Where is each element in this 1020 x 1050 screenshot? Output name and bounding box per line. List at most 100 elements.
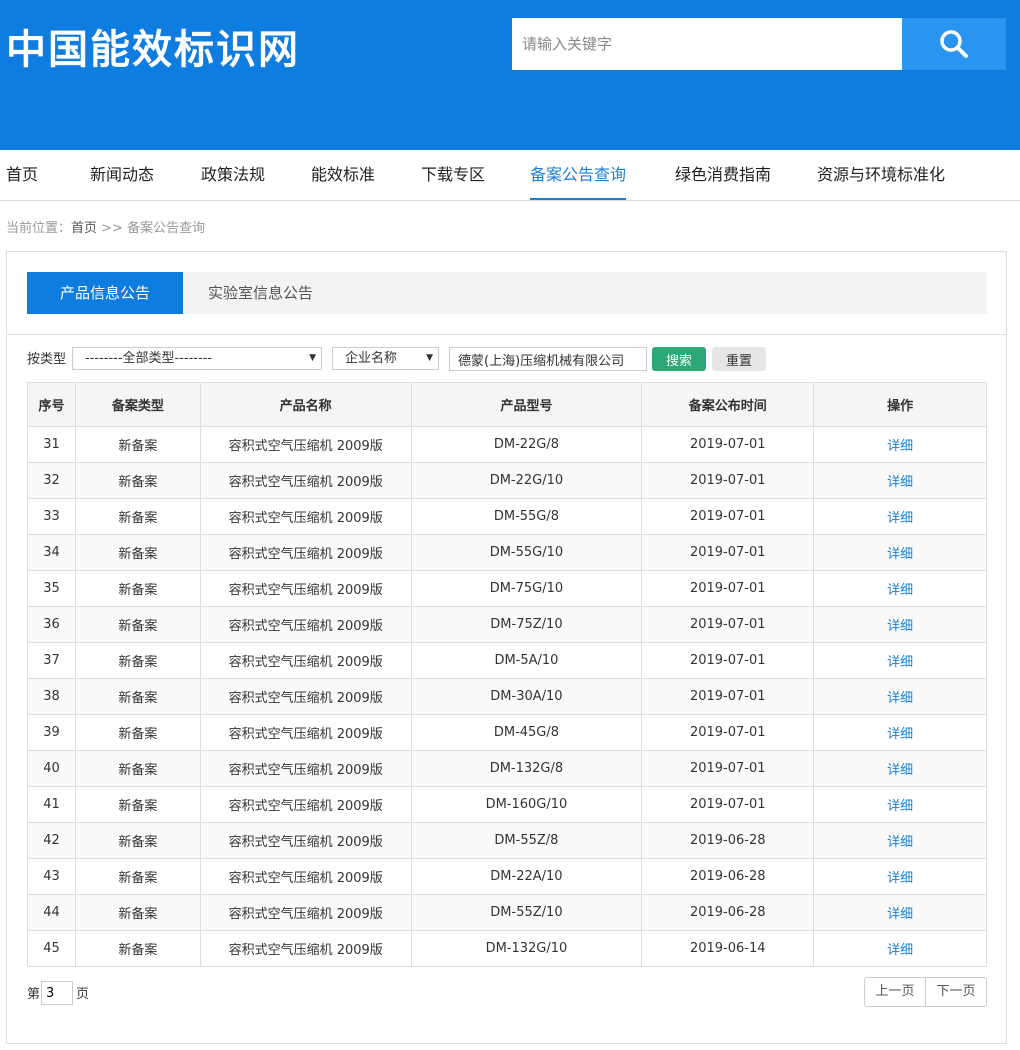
table-row: 37 新备案 容积式空气压缩机 2009版 DM-5A/10 2019-07-01 详细	[27, 642, 987, 679]
content-panel: 产品信息公告 实验室信息公告 按类型 --------全部类型-------- …	[6, 251, 1007, 1044]
cell-model: DM-132G/10	[410, 930, 643, 967]
search-button[interactable]: 搜索	[652, 347, 706, 371]
cell-model: DM-75Z/10	[410, 606, 643, 643]
page-prefix: 第	[27, 987, 41, 1002]
site-search-input[interactable]	[512, 18, 902, 70]
table-row: 38 新备案 容积式空气压缩机 2009版 DM-30A/10 2019-07-01 详细	[27, 678, 987, 715]
cell-product: 容积式空气压缩机 2009版	[199, 678, 412, 715]
cell-index: 33	[27, 498, 76, 535]
cell-index: 32	[27, 462, 76, 499]
type-filter-label: 按类型	[27, 352, 67, 367]
nav-item-home[interactable]: 首页	[6, 150, 38, 200]
next-page-button[interactable]: 下一页	[925, 978, 986, 1006]
cell-product: 容积式空气压缩机 2009版	[199, 750, 412, 787]
detail-link[interactable]: 详细	[813, 642, 987, 679]
nav-item-filing-query[interactable]: 备案公告查询	[530, 150, 627, 200]
cell-date: 2019-07-01	[641, 570, 815, 607]
cell-product: 容积式空气压缩机 2009版	[199, 534, 412, 571]
detail-link[interactable]: 详细	[813, 750, 987, 787]
nav-item-policy[interactable]: 政策法规	[201, 150, 265, 200]
cell-model: DM-55G/8	[410, 498, 643, 535]
detail-link[interactable]: 详细	[813, 498, 987, 535]
cell-index: 41	[27, 786, 76, 823]
type-select-value: --------全部类型--------	[85, 351, 213, 366]
cell-type: 新备案	[74, 426, 201, 463]
page-number-input[interactable]	[41, 981, 73, 1005]
detail-link[interactable]: 详细	[813, 570, 987, 607]
cell-model: DM-30A/10	[410, 678, 643, 715]
cell-product: 容积式空气压缩机 2009版	[199, 786, 412, 823]
cell-model: DM-55Z/8	[410, 822, 643, 859]
cell-date: 2019-06-28	[641, 894, 815, 931]
cell-date: 2019-07-01	[641, 426, 815, 463]
nav-item-green-guide[interactable]: 绿色消费指南	[675, 150, 771, 200]
detail-link[interactable]: 详细	[813, 930, 987, 967]
site-search-button[interactable]	[902, 18, 1006, 70]
column-header: 序号	[27, 382, 76, 427]
detail-link[interactable]: 详细	[813, 606, 987, 643]
cell-model: DM-132G/8	[410, 750, 643, 787]
prev-page-button[interactable]: 上一页	[865, 978, 925, 1006]
reset-button[interactable]: 重置	[712, 347, 766, 371]
detail-link[interactable]: 详细	[813, 534, 987, 571]
cell-type: 新备案	[74, 462, 201, 499]
table-row: 34 新备案 容积式空气压缩机 2009版 DM-55G/10 2019-07-01 详细	[27, 534, 987, 571]
detail-link[interactable]: 详细	[813, 426, 987, 463]
cell-type: 新备案	[74, 534, 201, 571]
cell-product: 容积式空气压缩机 2009版	[199, 426, 412, 463]
column-header: 备案公布时间	[641, 382, 815, 427]
cell-date: 2019-07-01	[641, 786, 815, 823]
cell-type: 新备案	[74, 714, 201, 751]
table-row: 36 新备案 容积式空气压缩机 2009版 DM-75Z/10 2019-07-01 详细	[27, 606, 987, 643]
panel-divider	[7, 334, 1006, 335]
breadcrumb-prefix: 当前位置：	[6, 221, 72, 236]
type-select[interactable]: --------全部类型-------- ▼	[72, 347, 322, 370]
cell-date: 2019-07-01	[641, 606, 815, 643]
detail-link[interactable]: 详细	[813, 462, 987, 499]
cell-model: DM-45G/8	[410, 714, 643, 751]
detail-link[interactable]: 详细	[813, 858, 987, 895]
cell-model: DM-160G/10	[410, 786, 643, 823]
tab-product-info[interactable]: 产品信息公告	[27, 272, 183, 314]
cell-product: 容积式空气压缩机 2009版	[199, 894, 412, 931]
field-select[interactable]: 企业名称 ▼	[332, 347, 439, 370]
breadcrumb-home-link[interactable]: 首页	[71, 221, 97, 236]
breadcrumb-current: 备案公告查询	[127, 221, 206, 236]
nav-item-resource-standards[interactable]: 资源与环境标准化	[817, 150, 945, 200]
page-suffix: 页	[76, 987, 90, 1002]
cell-index: 37	[27, 642, 76, 679]
cell-product: 容积式空气压缩机 2009版	[199, 570, 412, 607]
cell-model: DM-22A/10	[410, 858, 643, 895]
breadcrumb-separator: >>	[97, 221, 128, 236]
cell-date: 2019-07-01	[641, 714, 815, 751]
detail-link[interactable]: 详细	[813, 678, 987, 715]
table-row: 35 新备案 容积式空气压缩机 2009版 DM-75G/10 2019-07-01 详细	[27, 570, 987, 607]
cell-date: 2019-06-28	[641, 858, 815, 895]
cell-type: 新备案	[74, 786, 201, 823]
table-row: 41 新备案 容积式空气压缩机 2009版 DM-160G/10 2019-07-01 详…	[27, 786, 987, 823]
detail-link[interactable]: 详细	[813, 714, 987, 751]
detail-link[interactable]: 详细	[813, 822, 987, 859]
site-logo[interactable]: 中国能效标识网	[6, 24, 300, 76]
keyword-input[interactable]	[449, 347, 647, 371]
cell-type: 新备案	[74, 930, 201, 967]
cell-type: 新备案	[74, 606, 201, 643]
detail-link[interactable]: 详细	[813, 786, 987, 823]
column-header: 产品型号	[410, 382, 643, 427]
nav-item-news[interactable]: 新闻动态	[90, 150, 154, 200]
column-header: 备案类型	[74, 382, 201, 427]
detail-link[interactable]: 详细	[813, 894, 987, 931]
cell-index: 45	[27, 930, 76, 967]
breadcrumb: 当前位置：首页 >> 备案公告查询	[6, 217, 205, 236]
cell-index: 44	[27, 894, 76, 931]
table-row: 33 新备案 容积式空气压缩机 2009版 DM-55G/8 2019-07-01 详细	[27, 498, 987, 535]
cell-model: DM-22G/10	[410, 462, 643, 499]
field-select-value: 企业名称	[345, 351, 398, 366]
pager-buttons: 上一页 下一页	[864, 977, 987, 1007]
cell-product: 容积式空气压缩机 2009版	[199, 642, 412, 679]
cell-date: 2019-06-28	[641, 822, 815, 859]
tab-lab-info[interactable]: 实验室信息公告	[183, 272, 338, 314]
nav-item-downloads[interactable]: 下载专区	[421, 150, 485, 200]
nav-item-standards[interactable]: 能效标准	[311, 150, 375, 200]
table-row: 44 新备案 容积式空气压缩机 2009版 DM-55Z/10 2019-06-28 详细	[27, 894, 987, 931]
